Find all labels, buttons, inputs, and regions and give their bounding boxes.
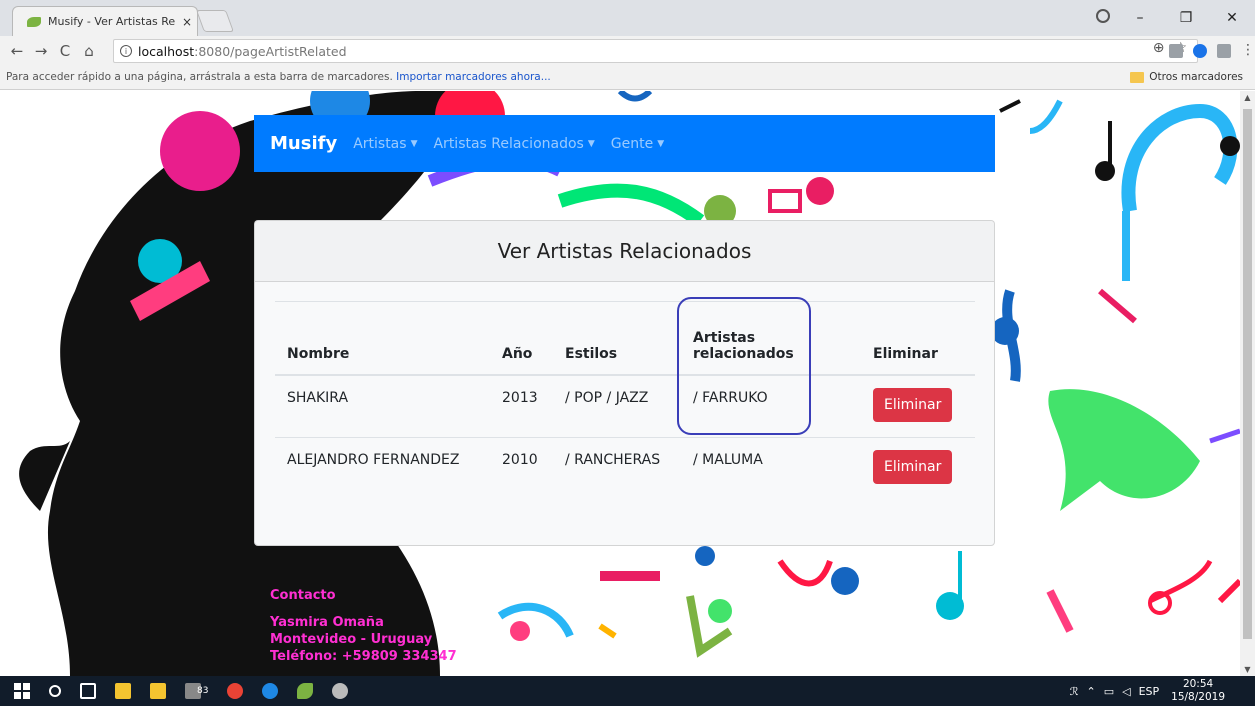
- browser-tabstrip: Musify - Ver Artistas Rela × – ❐ ✕: [0, 0, 1255, 36]
- contact-name: Yasmira Omaña: [270, 615, 384, 630]
- card-title: Ver Artistas Relacionados: [255, 221, 994, 282]
- nav-artistas-relacionados[interactable]: Artistas Relacionados ▼: [433, 136, 594, 152]
- clock[interactable]: 20:54 15/8/2019: [1171, 678, 1225, 704]
- new-tab-button[interactable]: [195, 10, 235, 32]
- nav-gente[interactable]: Gente ▼: [611, 136, 664, 152]
- contact-section: Contacto Yasmira Omaña Montevideo - Urug…: [270, 587, 457, 665]
- close-window-button[interactable]: ✕: [1209, 10, 1255, 26]
- nav-gente-label: Gente: [610, 135, 654, 152]
- maximize-button[interactable]: ❐: [1163, 10, 1209, 26]
- caret-down-icon: ▼: [657, 138, 665, 149]
- contact-heading: Contacto: [270, 588, 336, 603]
- spring-tool-icon[interactable]: [297, 683, 314, 699]
- delete-button[interactable]: Eliminar: [873, 388, 953, 422]
- cell-nombre: SHAKIRA: [275, 375, 490, 438]
- show-hidden-icon[interactable]: ⌃: [1086, 685, 1095, 698]
- search-icon[interactable]: [49, 685, 61, 697]
- tab-close-icon[interactable]: ×: [182, 15, 192, 29]
- store-icon[interactable]: [150, 683, 166, 699]
- profile-icon[interactable]: [1096, 9, 1110, 23]
- cell-anio: 2013: [490, 375, 553, 438]
- mail-badge: 83: [197, 686, 209, 696]
- other-bookmarks[interactable]: Otros marcadores: [1130, 66, 1243, 88]
- delete-button[interactable]: Eliminar: [873, 449, 953, 484]
- task-view-icon[interactable]: [80, 683, 96, 699]
- col-estilos: Estilos: [553, 302, 681, 376]
- spring-leaf-icon: [27, 16, 41, 27]
- table-row: SHAKIRA 2013 / POP / JAZZ / FARRUKO Elim…: [275, 375, 975, 438]
- reload-button[interactable]: C: [54, 42, 76, 60]
- related-artists-table: Nombre Año Estilos Artistas relacionados…: [275, 302, 975, 505]
- windows-taskbar: 83 ℛ ⌃ ▭ ◁ ESP 20:54 15/8/2019: [0, 676, 1255, 706]
- contact-city: Montevideo - Uruguay: [270, 632, 433, 647]
- col-nombre: Nombre: [275, 302, 490, 376]
- back-button[interactable]: ←: [6, 42, 28, 60]
- cell-estilos: / RANCHERAS: [565, 451, 661, 468]
- file-explorer-icon[interactable]: [115, 683, 131, 699]
- extension-icon[interactable]: [1169, 44, 1183, 58]
- other-bookmarks-label: Otros marcadores: [1149, 71, 1243, 83]
- bookmarks-hint: Para acceder rápido a una página, arrást…: [6, 71, 393, 83]
- col-anio: Año: [490, 302, 553, 376]
- network-icon[interactable]: ▭: [1104, 685, 1114, 698]
- forward-button[interactable]: →: [30, 42, 52, 60]
- brand-logo[interactable]: Musify: [270, 133, 337, 154]
- extension-icon[interactable]: [1217, 44, 1231, 58]
- url-path: :8080/pageArtistRelated: [194, 43, 347, 59]
- chrome-icon[interactable]: [227, 683, 244, 699]
- zoom-icon[interactable]: ⊕: [1153, 40, 1165, 56]
- clock-date: 15/8/2019: [1171, 691, 1225, 703]
- scrollbar-thumb[interactable]: [1243, 109, 1252, 639]
- home-button[interactable]: ⌂: [78, 42, 100, 60]
- minimize-button[interactable]: –: [1117, 10, 1163, 26]
- window-controls: – ❐ ✕: [1117, 0, 1255, 36]
- highlight-annotation: [677, 297, 811, 435]
- table-header-row: Nombre Año Estilos Artistas relacionados…: [275, 302, 975, 376]
- browser-toolbar: ← → C ⌂ i localhost:8080/pageArtistRelat…: [0, 36, 1255, 66]
- people-icon[interactable]: ℛ: [1070, 685, 1079, 698]
- extensions: ⋮: [1169, 43, 1255, 58]
- browser-tab[interactable]: Musify - Ver Artistas Rela ×: [12, 6, 198, 36]
- caret-down-icon: ▼: [587, 138, 595, 149]
- info-icon[interactable]: i: [120, 45, 132, 57]
- cell-estilos: / POP / JAZZ: [553, 375, 681, 438]
- chrome-active-icon[interactable]: [262, 683, 279, 699]
- folder-icon: [1130, 71, 1145, 83]
- tab-title: Musify - Ver Artistas Rela: [48, 15, 176, 28]
- address-bar[interactable]: i localhost:8080/pageArtistRelated: [113, 39, 1198, 63]
- cell-eliminar: Eliminar: [861, 437, 975, 505]
- import-bookmarks-link[interactable]: Importar marcadores ahora...: [396, 71, 551, 83]
- table-row: ALEJANDRO FERNANDEZ 2010 / RANCHERAS / M…: [275, 437, 975, 505]
- cell-relacionados: / MALUMA: [693, 451, 763, 468]
- bookmarks-bar: Para acceder rápido a una página, arrást…: [0, 66, 1255, 90]
- top-navbar: Musify Artistas ▼ Artistas Relacionados ▼ …: [254, 115, 995, 172]
- related-artists-card: Ver Artistas Relacionados Nombre Año Est…: [254, 220, 995, 546]
- cell-anio: 2010: [502, 451, 538, 468]
- windows-start-icon[interactable]: [14, 683, 30, 699]
- clock-time: 20:54: [1182, 678, 1214, 690]
- page-scrollbar[interactable]: ▲ ▼: [1240, 91, 1255, 676]
- related-artists-table-wrap: Nombre Año Estilos Artistas relacionados…: [275, 301, 975, 505]
- system-tray: ℛ ⌃ ▭ ◁ ESP 20:54 15/8/2019: [1062, 676, 1255, 706]
- caret-down-icon: ▼: [410, 138, 418, 149]
- contact-phone: Teléfono: +59809 334347: [270, 649, 457, 664]
- menu-kebab-icon[interactable]: ⋮: [1241, 43, 1255, 58]
- scroll-down-icon[interactable]: ▼: [1240, 665, 1255, 674]
- url-host: localhost: [138, 43, 195, 59]
- nav-artistas[interactable]: Artistas ▼: [353, 136, 417, 152]
- language-indicator[interactable]: ESP: [1139, 685, 1160, 698]
- cell-eliminar: Eliminar: [861, 375, 975, 438]
- nav-artistas-relacionados-label: Artistas Relacionados: [433, 135, 584, 152]
- col-eliminar: Eliminar: [861, 302, 975, 376]
- page-viewport: Musify Artistas ▼ Artistas Relacionados ▼ …: [0, 91, 1240, 676]
- paint-icon[interactable]: [332, 683, 349, 699]
- nav-artistas-label: Artistas: [353, 135, 407, 152]
- cell-nombre: ALEJANDRO FERNANDEZ: [287, 451, 460, 468]
- scroll-up-icon[interactable]: ▲: [1240, 93, 1255, 102]
- extension-blue-icon[interactable]: [1193, 44, 1207, 58]
- volume-icon[interactable]: ◁: [1122, 685, 1130, 698]
